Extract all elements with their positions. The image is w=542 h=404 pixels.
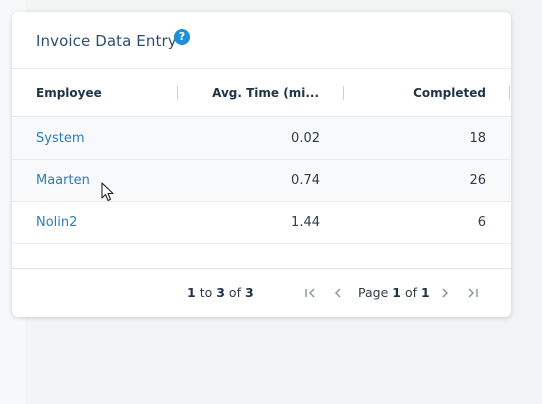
current-page: 1 [392, 285, 401, 300]
card-title: Invoice Data Entry [36, 32, 177, 50]
page-label: Page [358, 285, 389, 300]
table-header: Employee Avg. Time (mi... Completed [12, 69, 511, 117]
table-row[interactable]: Maarten 0.74 26 [12, 160, 511, 202]
last-page-icon[interactable] [465, 285, 481, 301]
row-total: 3 [244, 285, 254, 300]
avg-time-cell: 1.44 [291, 215, 320, 230]
avg-time-cell: 0.74 [291, 173, 320, 188]
employee-link[interactable]: Nolin2 [36, 202, 77, 244]
of-label: of [228, 285, 241, 300]
range-end: 3 [216, 285, 225, 300]
completed-cell: 26 [469, 173, 486, 188]
column-header-employee[interactable]: Employee [36, 69, 102, 117]
row-summary: 1 to 3 of 3 [187, 269, 254, 317]
page-of-label: of [404, 285, 417, 300]
invoice-data-entry-card: Invoice Data Entry ? Employee Avg. Time … [12, 12, 511, 317]
avg-time-cell: 0.02 [291, 131, 320, 146]
completed-cell: 6 [477, 215, 486, 230]
pagination-bar: 1 to 3 of 3 Page 1 of 1 [12, 269, 511, 317]
page-indicator: Page 1 of 1 [358, 269, 430, 317]
table-row[interactable]: Nolin2 1.44 6 [12, 202, 511, 244]
column-header-avg-time[interactable]: Avg. Time (mi... [178, 69, 319, 117]
total-pages: 1 [420, 285, 430, 300]
table-row[interactable]: System 0.02 18 [12, 118, 511, 160]
employee-link[interactable]: Maarten [36, 160, 90, 202]
completed-cell: 18 [469, 131, 486, 146]
column-resize-handle[interactable] [509, 86, 510, 100]
employee-link[interactable]: System [36, 118, 84, 160]
first-page-icon[interactable] [302, 285, 318, 301]
to-label: to [199, 285, 213, 300]
column-header-completed[interactable]: Completed [344, 69, 486, 117]
next-page-icon[interactable] [437, 285, 453, 301]
prev-page-icon[interactable] [330, 285, 346, 301]
range-start: 1 [187, 285, 196, 300]
help-icon[interactable]: ? [174, 29, 190, 45]
mouse-cursor-icon [101, 182, 115, 203]
